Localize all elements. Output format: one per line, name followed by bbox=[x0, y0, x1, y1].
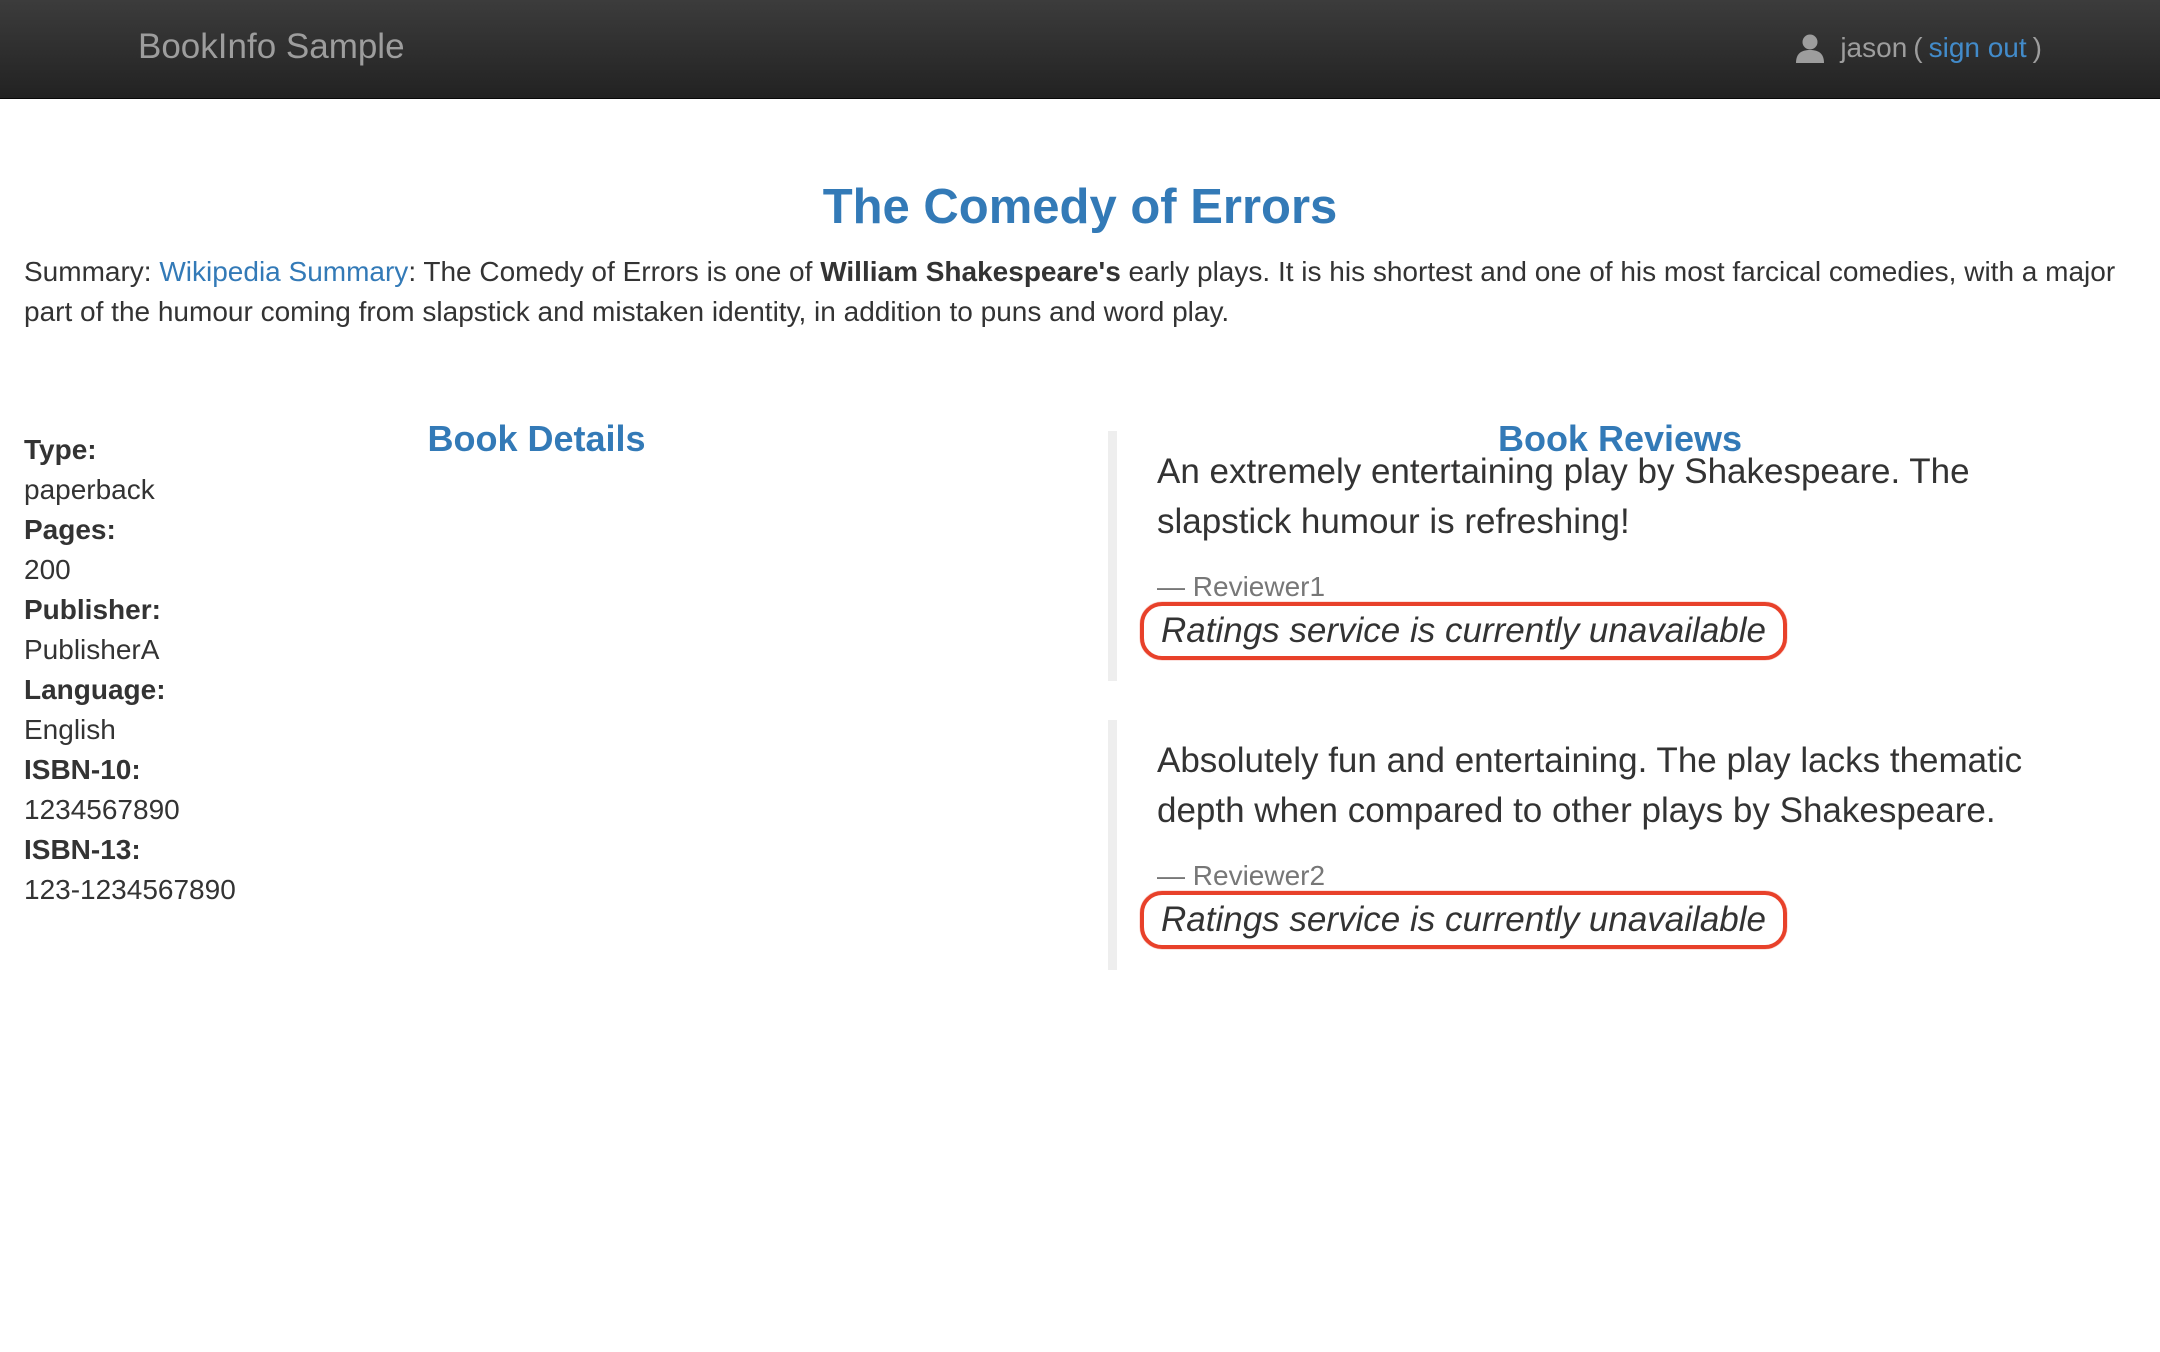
review-text: Absolutely fun and entertaining. The pla… bbox=[1157, 741, 2023, 830]
rating-highlight: Ratings service is currently unavailable bbox=[1140, 891, 1787, 949]
review-item: An extremely entertaining play by Shakes… bbox=[1108, 431, 2138, 681]
detail-value-pages: 200 bbox=[24, 554, 71, 585]
summary-label: Summary: bbox=[24, 256, 152, 287]
sign-out-link[interactable]: sign out bbox=[1929, 28, 2027, 68]
book-details: Type: paperback Pages: 200 Publisher: Pu… bbox=[24, 430, 236, 910]
detail-value-type: paperback bbox=[24, 474, 155, 505]
open-paren: ( bbox=[1913, 32, 1923, 63]
rating-highlight: Ratings service is currently unavailable bbox=[1140, 602, 1787, 660]
detail-value-publisher: PublisherA bbox=[24, 634, 160, 665]
detail-label-isbn13: ISBN-13: bbox=[24, 834, 141, 865]
detail-value-isbn10: 1234567890 bbox=[24, 794, 180, 825]
reviewer-name: — Reviewer2 bbox=[1157, 860, 1326, 891]
detail-label-pages: Pages: bbox=[24, 514, 116, 545]
user-area: jason ( sign out ) bbox=[1794, 28, 2048, 68]
reviewer-name: — Reviewer1 bbox=[1157, 571, 1326, 602]
rating-status: Ratings service is currently unavailable bbox=[1161, 900, 1766, 939]
brand-link[interactable]: BookInfo Sample bbox=[138, 24, 405, 70]
wikipedia-summary-link[interactable]: Wikipedia Summary bbox=[159, 256, 408, 287]
detail-value-isbn13: 123-1234567890 bbox=[24, 874, 236, 905]
close-paren: ) bbox=[2032, 32, 2042, 63]
page-title: The Comedy of Errors bbox=[822, 180, 1338, 234]
detail-label-type: Type: bbox=[24, 434, 97, 465]
navbar: BookInfo Sample jason ( sign out ) bbox=[0, 0, 2160, 99]
review-item: Absolutely fun and entertaining. The pla… bbox=[1108, 720, 2138, 970]
summary-text-1: : The Comedy of Errors is one of bbox=[408, 256, 821, 287]
username: jason bbox=[1840, 32, 1908, 63]
detail-label-language: Language: bbox=[24, 674, 166, 705]
rating-status: Ratings service is currently unavailable bbox=[1161, 611, 1766, 650]
detail-label-publisher: Publisher: bbox=[24, 594, 161, 625]
detail-value-language: English bbox=[24, 714, 116, 745]
review-text: An extremely entertaining play by Shakes… bbox=[1157, 452, 1970, 541]
book-summary: Summary: Wikipedia Summary: The Comedy o… bbox=[24, 252, 2144, 332]
summary-bold-author: William Shakespeare's bbox=[820, 256, 1121, 287]
detail-label-isbn10: ISBN-10: bbox=[24, 754, 141, 785]
user-icon bbox=[1794, 32, 1826, 64]
